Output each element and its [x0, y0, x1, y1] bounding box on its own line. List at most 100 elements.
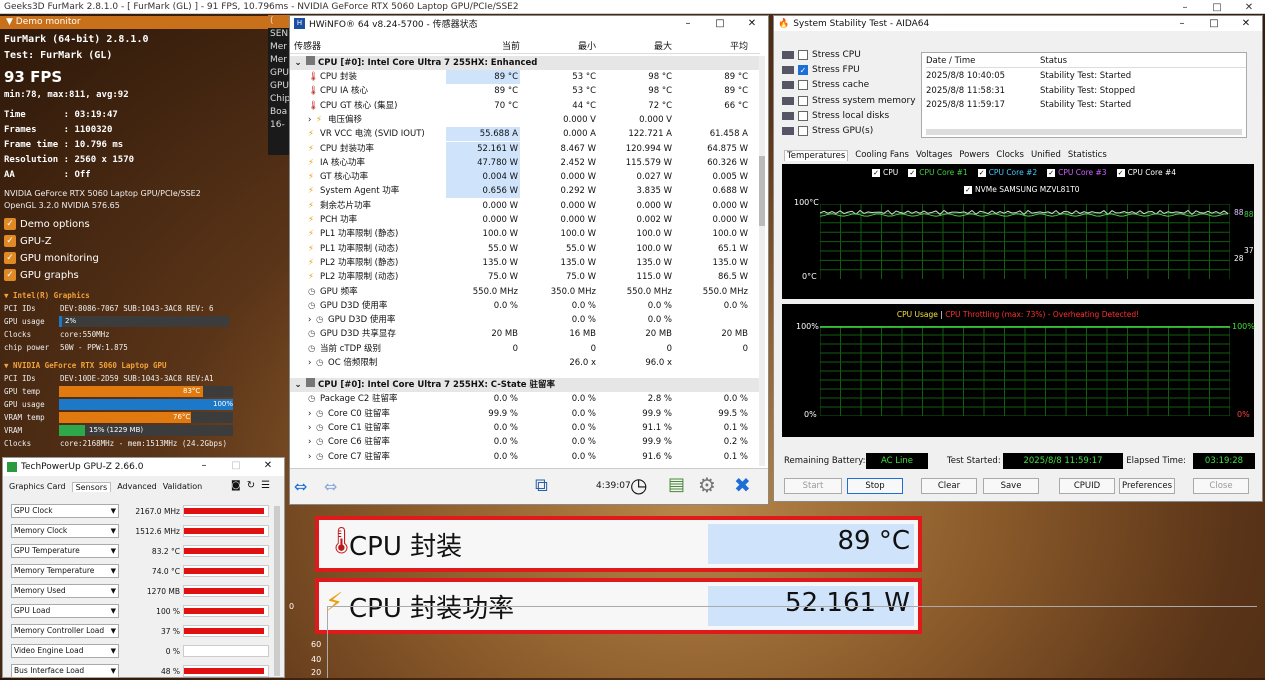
sensor-row[interactable]: ⚡ CPU 封装功率 52.161 W 8.467 W 120.994 W 64… [290, 141, 760, 156]
menu-icon[interactable]: ☰ [261, 480, 270, 491]
sensor-row[interactable]: ⚡ PL1 功率限制 (静态) 100.0 W 100.0 W 100.0 W … [290, 227, 760, 241]
legend-cpu[interactable]: ✓ CPU [872, 168, 898, 177]
checkbox-box[interactable]: ✓ [798, 65, 808, 76]
minimize-icon[interactable]: – [188, 458, 220, 476]
sensor-label-dropdown[interactable]: Video Engine Load ▼ [11, 644, 119, 658]
start-button[interactable]: Start [784, 478, 842, 494]
checkbox-box[interactable] [798, 126, 808, 136]
sensor-row[interactable]: 🌡 CPU GT 核心 (集显) 70 °C 44 °C 72 °C 66 °C [290, 99, 760, 113]
refresh-icon[interactable]: ↻ [247, 480, 255, 491]
sensor-label-dropdown[interactable]: GPU Temperature ▼ [11, 544, 119, 558]
network-icon[interactable]: ⧉ [535, 475, 548, 496]
tab-sensors[interactable]: Sensors [71, 482, 112, 492]
close-icon[interactable]: ✕ [736, 16, 768, 31]
sensor-row[interactable]: ◷ GPU D3D 共享显存 20 MB 16 MB 20 MB 20 MB [290, 327, 760, 341]
log-row[interactable]: 2025/8/8 11:59:17 Stability Test: Started [926, 98, 1246, 112]
maximize-icon[interactable]: □ [704, 16, 736, 31]
hwinfo-scrollbar[interactable] [759, 56, 765, 466]
legend-cpu-core-2[interactable]: ✓ CPU Core #2 [977, 168, 1037, 177]
sensor-label-dropdown[interactable]: Memory Temperature ▼ [11, 564, 119, 578]
sensor-row[interactable]: ◷ GPU D3D 使用率 0.0 % 0.0 % 0.0 % 0.0 % [290, 299, 760, 313]
legend-cpu-core-4[interactable]: ✓ CPU Core #4 [1116, 168, 1176, 177]
tab-powers[interactable]: Powers [959, 150, 989, 161]
checkbox-box[interactable] [798, 80, 808, 91]
tab-validation[interactable]: Validation [163, 482, 203, 492]
sensor-row[interactable]: ⚡ GT 核心功率 0.004 W 0.000 W 0.027 W 0.005 … [290, 170, 760, 185]
gpu-monitoring-checkbox[interactable]: ✓ GPU monitoring [4, 252, 99, 264]
settings-gear-icon[interactable]: ⚙ [698, 473, 716, 497]
sensor-label-dropdown[interactable]: Memory Controller Load ▼ [11, 624, 119, 638]
sensor-row[interactable]: ◷ GPU 频率 550.0 MHz 350.0 MHz 550.0 MHz 5… [290, 285, 760, 299]
col-min[interactable]: 最小 [526, 40, 596, 54]
sensor-row[interactable]: › ◷ Core C7 驻留率 0.0 % 0.0 % 91.6 % 0.1 % [290, 450, 760, 464]
sensor-row[interactable]: › ◷ Core C0 驻留率 99.9 % 0.0 % 99.9 % 99.5… [290, 407, 760, 421]
sensor-row[interactable]: › ⚡ 电压偏移 0.000 V 0.000 V [290, 113, 760, 127]
tab-graphics-card[interactable]: Graphics Card [9, 482, 66, 492]
tab-unified[interactable]: Unified [1031, 150, 1061, 161]
minimize-icon[interactable]: – [1166, 16, 1198, 31]
maximize-icon[interactable]: □ [1201, 0, 1233, 15]
tab-advanced[interactable]: Advanced [117, 482, 157, 492]
tab-cooling-fans[interactable]: Cooling Fans [855, 150, 909, 161]
chevron-right-icon[interactable]: › [308, 113, 311, 127]
maximize-icon[interactable]: □ [220, 458, 252, 476]
preferences-button[interactable]: Preferences [1119, 478, 1175, 494]
sensor-label-dropdown[interactable]: GPU Load ▼ [11, 604, 119, 618]
legend-cpu-core-3[interactable]: ✓ CPU Core #3 [1047, 168, 1107, 177]
stress-stress-local-disks-checkbox[interactable]: Stress local disks [782, 110, 889, 121]
log-row[interactable]: 2025/8/8 11:58:31 Stability Test: Stopped [926, 84, 1246, 98]
clock-icon[interactable]: ◷ [630, 473, 647, 497]
sensor-row[interactable]: ◷ Package C2 驻留率 0.0 % 0.0 % 2.8 % 0.0 % [290, 392, 760, 406]
sensor-row[interactable]: › ◷ Core C1 驻留率 0.0 % 0.0 % 91.1 % 0.1 % [290, 421, 760, 435]
col-max[interactable]: 最大 [602, 40, 672, 54]
tab-clocks[interactable]: Clocks [996, 150, 1024, 161]
legend-nvme[interactable]: ✓ NVMe SAMSUNG MZVL81T0 [964, 185, 1080, 194]
checkbox-box[interactable] [798, 110, 808, 121]
stress-stress-system-memory-checkbox[interactable]: Stress system memory [782, 95, 916, 106]
arrows-collapse-icon[interactable]: ⇔ [324, 477, 337, 496]
sensor-label-dropdown[interactable]: GPU Clock ▼ [11, 504, 119, 518]
sensor-row[interactable]: 🌡 CPU IA 核心 89 °C 53 °C 98 °C 89 °C [290, 84, 760, 98]
sensor-row[interactable]: › ◷ Core C6 驻留率 0.0 % 0.0 % 99.9 % 0.2 % [290, 435, 760, 449]
col-current[interactable]: 当前 [450, 40, 520, 54]
sensor-row[interactable]: ◷ 当前 cTDP 级别 0 0 0 0 [290, 342, 760, 356]
report-icon[interactable]: ▤ [668, 474, 685, 495]
chevron-right-icon[interactable]: › [308, 313, 311, 327]
stress-stress-cpu-checkbox[interactable]: Stress CPU [782, 50, 861, 60]
close-icon[interactable]: ✕ [252, 458, 284, 476]
stop-button[interactable]: Stop [847, 478, 903, 494]
minimize-icon[interactable]: – [1169, 0, 1201, 15]
log-scrollbar[interactable] [926, 129, 1242, 135]
sensor-row[interactable]: ⚡ PCH 功率 0.000 W 0.000 W 0.002 W 0.000 W [290, 213, 760, 227]
stress-stress-cache-checkbox[interactable]: Stress cache [782, 80, 869, 91]
save-button[interactable]: Save [983, 478, 1039, 494]
chevron-right-icon[interactable]: › [308, 356, 311, 370]
sensor-row[interactable]: ⚡ VR VCC 电流 (SVID IOUT) 55.688 A 0.000 A… [290, 127, 760, 142]
close-icon[interactable]: ✕ [1233, 0, 1265, 15]
demo-monitor-header[interactable]: ▼ Demo monitor [0, 16, 268, 29]
sensor-row[interactable]: ⚡ PL2 功率限制 (静态) 135.0 W 135.0 W 135.0 W … [290, 256, 760, 270]
clear-button[interactable]: Clear [921, 478, 977, 494]
log-row[interactable]: 2025/8/8 10:40:05 Stability Test: Started [926, 69, 1246, 83]
sensor-row[interactable]: › ◷ GPU D3D 使用率 0.0 % 0.0 % [290, 313, 760, 327]
chevron-right-icon[interactable]: › [308, 407, 311, 421]
sensor-label-dropdown[interactable]: Bus Interface Load ▼ [11, 664, 119, 678]
minimize-icon[interactable]: – [672, 16, 704, 31]
sensor-group-header[interactable]: ⌄ CPU [#0]: Intel Core Ultra 7 255HX: Enh… [290, 56, 760, 70]
camera-icon[interactable]: ◙ [231, 480, 241, 491]
chevron-right-icon[interactable]: › [308, 435, 311, 449]
chevron-right-icon[interactable]: › [308, 421, 311, 435]
sensor-row[interactable]: ⚡ PL1 功率限制 (动态) 55.0 W 55.0 W 100.0 W 65… [290, 242, 760, 256]
gpuz-scrollbar[interactable] [274, 506, 280, 676]
demo-options-checkbox[interactable]: ✓ Demo options [4, 218, 90, 230]
checkbox-box[interactable] [798, 95, 808, 106]
stress-stress-fpu-checkbox[interactable]: ✓ Stress FPU [782, 65, 860, 76]
legend-cpu-core-1[interactable]: ✓ CPU Core #1 [908, 168, 968, 177]
close-button[interactable]: Close [1193, 478, 1249, 494]
tab-voltages[interactable]: Voltages [916, 150, 952, 161]
chevron-right-icon[interactable]: › [308, 450, 311, 464]
checkbox-box[interactable] [798, 50, 808, 60]
sensor-row[interactable]: 🌡 CPU 封装 89 °C 53 °C 98 °C 89 °C [290, 70, 760, 84]
sensor-label-dropdown[interactable]: Memory Clock ▼ [11, 524, 119, 538]
sensor-label-dropdown[interactable]: Memory Used ▼ [11, 584, 119, 598]
